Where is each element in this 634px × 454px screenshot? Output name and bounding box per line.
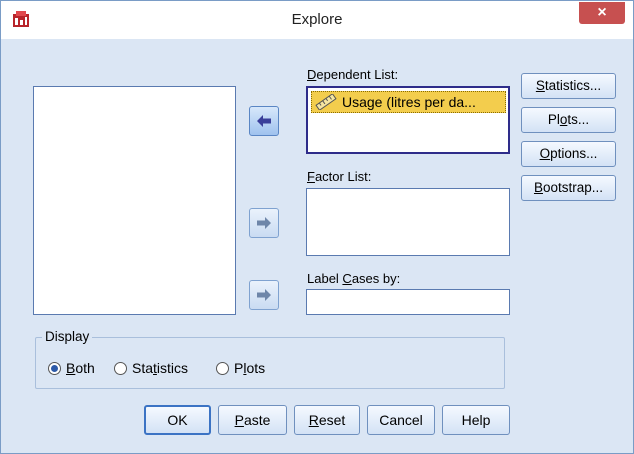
radio-button[interactable] (216, 361, 229, 375)
dialog-body: Dependent List: Usage (litres per da... … (9, 39, 625, 447)
help-button[interactable]: Help (442, 405, 510, 435)
display-both-radio[interactable]: Both (48, 360, 95, 376)
source-variable-list[interactable] (33, 86, 236, 315)
move-to-factor-button[interactable] (249, 208, 279, 238)
statistics-button[interactable]: Statistics... (521, 73, 616, 99)
label-cases-label: Label Cases by: (307, 271, 401, 286)
display-plots-label: Plots (234, 360, 266, 376)
window-title: Explore (291, 11, 343, 28)
move-left-arrow-icon (257, 115, 271, 127)
title-bar[interactable]: Explore × (1, 1, 633, 39)
factor-list[interactable] (306, 188, 510, 256)
display-statistics-label: Statistics (132, 360, 189, 376)
display-plots-radio[interactable]: Plots (216, 360, 265, 376)
bootstrap-button[interactable]: Bootstrap... (521, 175, 616, 201)
display-legend: Display (42, 329, 93, 344)
dependent-list-label: Dependent List: (307, 67, 399, 82)
move-right-arrow-icon (257, 289, 271, 301)
factor-list-label: Factor List: (307, 169, 372, 184)
dependent-list[interactable]: Usage (litres per da... (306, 86, 510, 154)
move-to-label-cases-button[interactable] (249, 280, 279, 310)
close-button[interactable]: × (579, 2, 625, 24)
radio-button[interactable] (114, 361, 127, 375)
display-group: Display Both Statistics Plots (35, 329, 505, 389)
explore-dialog: Explore × Dependent List: Usage (litres … (0, 0, 634, 454)
reset-button[interactable]: Reset (294, 405, 360, 435)
display-statistics-radio[interactable]: Statistics (114, 360, 188, 376)
paste-button[interactable]: Paste (218, 405, 287, 435)
label-cases-field[interactable] (306, 289, 510, 315)
move-to-dependent-button[interactable] (249, 106, 279, 136)
dependent-variable-label: Usage (litres per da... (342, 94, 476, 110)
list-item[interactable]: Usage (litres per da... (311, 91, 506, 113)
display-both-label: Both (66, 360, 95, 376)
cancel-button[interactable]: Cancel (367, 405, 435, 435)
radio-button-selected[interactable] (48, 361, 61, 375)
move-right-arrow-icon (257, 217, 271, 229)
plots-button[interactable]: Plots... (521, 107, 616, 133)
scale-variable-icon (315, 94, 337, 110)
ok-button[interactable]: OK (144, 405, 211, 435)
options-button[interactable]: Options... (521, 141, 616, 167)
